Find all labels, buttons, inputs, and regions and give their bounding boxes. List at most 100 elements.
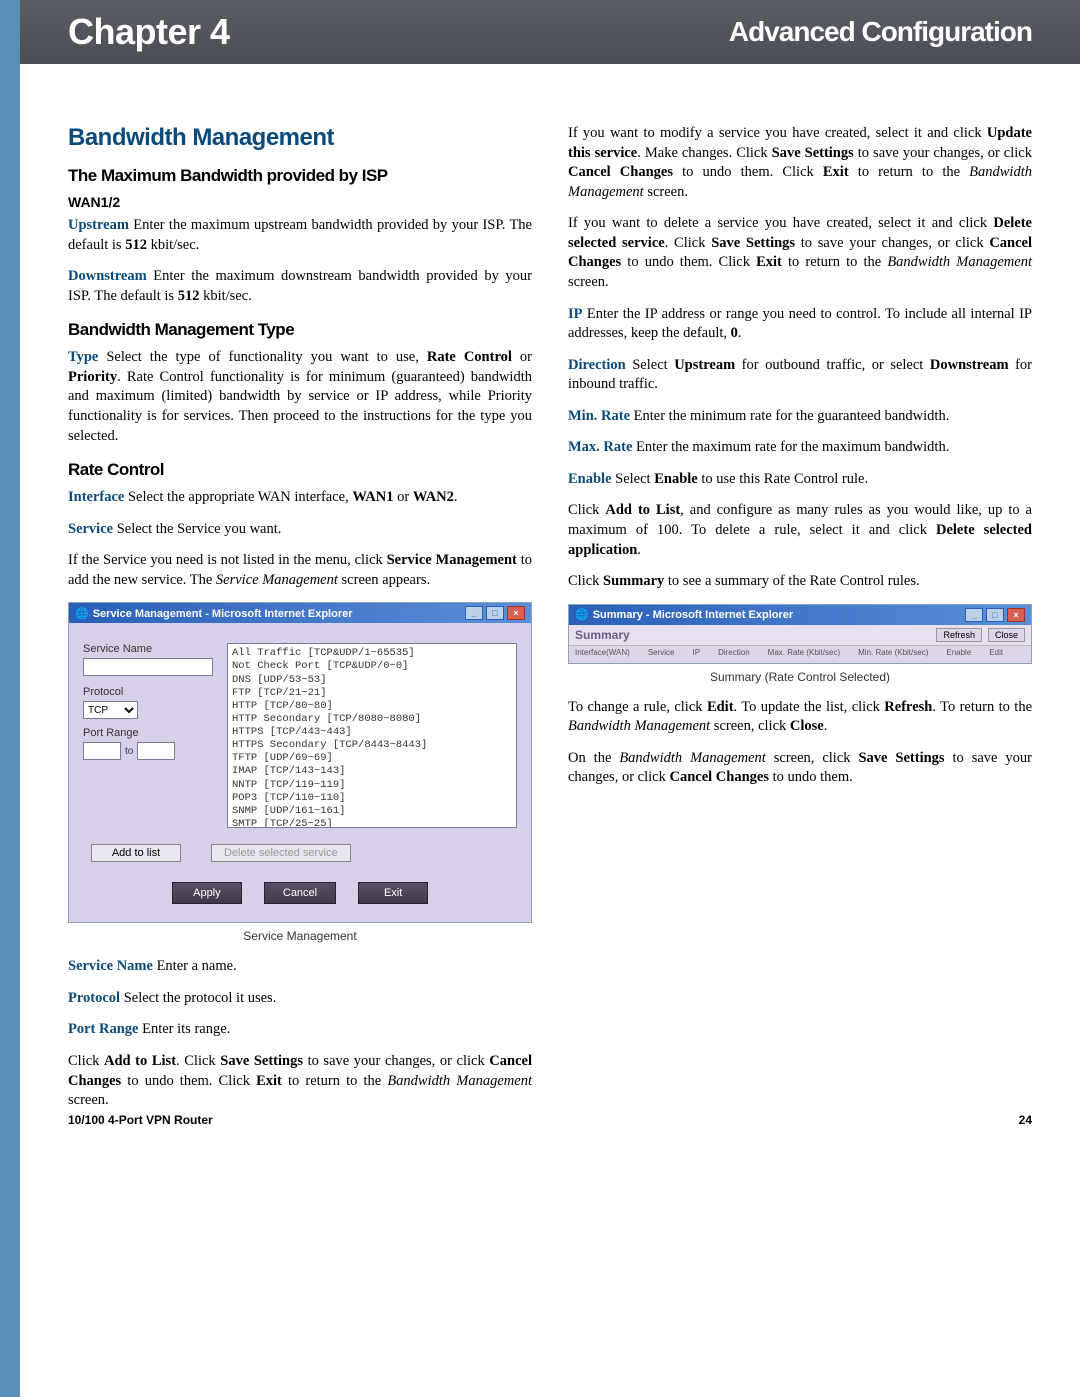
- service-list-item[interactable]: POP3 [TCP/110~110]: [232, 792, 512, 805]
- para-modify-service: If you want to modify a service you have…: [568, 124, 1032, 202]
- term-max-rate: Max. Rate: [568, 439, 632, 455]
- summary-body: Summary Refresh Close Interface(WAN)Serv…: [569, 625, 1031, 663]
- summary-column-header: Direction: [718, 648, 750, 657]
- service-list-item[interactable]: HTTP [TCP/80~80]: [232, 700, 512, 713]
- input-port-to[interactable]: [137, 742, 175, 760]
- window-controls: _ □ ×: [965, 608, 1025, 622]
- summary-column-header: Max. Rate (Kbit/sec): [768, 648, 840, 657]
- button-exit[interactable]: Exit: [358, 882, 428, 904]
- page-content: Bandwidth Management The Maximum Bandwid…: [20, 64, 1080, 1153]
- ie-icon: 🌐: [575, 609, 589, 621]
- service-list-item[interactable]: NNTP [TCP/119~119]: [232, 779, 512, 792]
- service-list-item[interactable]: SNMP [UDP/161~161]: [232, 805, 512, 818]
- maximize-icon[interactable]: □: [986, 608, 1004, 622]
- screenshot-summary: 🌐Summary - Microsoft Internet Explorer _…: [568, 604, 1032, 664]
- term-port-range: Port Range: [68, 1021, 138, 1037]
- listbox-services[interactable]: All Traffic [TCP&UDP/1~65535]Not Check P…: [227, 643, 517, 828]
- service-list-item[interactable]: Not Check Port [TCP&UDP/0~0]: [232, 660, 512, 673]
- para-max-rate: Max. Rate Enter the maximum rate for the…: [568, 438, 1032, 458]
- button-refresh[interactable]: Refresh: [936, 628, 982, 642]
- para-save-settings: On the Bandwidth Management screen, clic…: [568, 749, 1032, 788]
- term-interface: Interface: [68, 489, 124, 505]
- button-delete-selected-service[interactable]: Delete selected service: [211, 844, 351, 862]
- ie-icon: 🌐: [75, 608, 89, 620]
- screenshot-service-management: 🌐Service Management - Microsoft Internet…: [68, 602, 532, 923]
- summary-column-header: Enable: [946, 648, 971, 657]
- term-ip: IP: [568, 306, 583, 322]
- para-protocol: Protocol Select the protocol it uses.: [68, 989, 532, 1009]
- para-min-rate: Min. Rate Enter the minimum rate for the…: [568, 407, 1032, 427]
- button-add-to-list[interactable]: Add to list: [91, 844, 181, 862]
- footer-product: 10/100 4-Port VPN Router: [68, 1113, 213, 1127]
- para-add-rules: Click Add to List, and configure as many…: [568, 501, 1032, 560]
- term-downstream: Downstream: [68, 268, 147, 284]
- summary-column-header: IP: [693, 648, 701, 657]
- para-service-name: Service Name Enter a name.: [68, 957, 532, 977]
- caption-summary: Summary (Rate Control Selected): [568, 670, 1032, 684]
- window-controls: _ □ ×: [465, 606, 525, 620]
- para-direction: Direction Select Upstream for outbound t…: [568, 356, 1032, 395]
- service-list-item[interactable]: HTTPS Secondary [TCP/8443~8443]: [232, 739, 512, 752]
- window-body: Service Name Protocol TCP Port Range to: [69, 623, 531, 922]
- summary-window-title: 🌐Summary - Microsoft Internet Explorer: [575, 608, 793, 621]
- term-enable: Enable: [568, 471, 612, 487]
- para-delete-service: If you want to delete a service you have…: [568, 214, 1032, 292]
- term-service-name: Service Name: [68, 958, 153, 974]
- para-add-to-list: Click Add to List. Click Save Settings t…: [68, 1052, 532, 1111]
- subsection-bm-type: Bandwidth Management Type: [68, 320, 532, 340]
- button-close[interactable]: Close: [988, 628, 1025, 642]
- caption-service-management: Service Management: [68, 929, 532, 943]
- maximize-icon[interactable]: □: [486, 606, 504, 620]
- chapter-title: Advanced Configuration: [729, 16, 1032, 48]
- minimize-icon[interactable]: _: [965, 608, 983, 622]
- window-title: 🌐Service Management - Microsoft Internet…: [75, 607, 353, 620]
- term-protocol: Protocol: [68, 990, 120, 1006]
- service-list-item[interactable]: SMTP [TCP/25~25]: [232, 818, 512, 828]
- right-column: If you want to modify a service you have…: [568, 124, 1032, 1123]
- para-type: Type Select the type of functionality yo…: [68, 348, 532, 446]
- term-direction: Direction: [568, 357, 626, 373]
- summary-column-header: Edit: [989, 648, 1003, 657]
- para-port-range: Port Range Enter its range.: [68, 1020, 532, 1040]
- input-service-name[interactable]: [83, 658, 213, 676]
- button-cancel[interactable]: Cancel: [264, 882, 336, 904]
- service-list-item[interactable]: FTP [TCP/21~21]: [232, 687, 512, 700]
- chapter-number: Chapter 4: [68, 11, 230, 53]
- close-icon[interactable]: ×: [1007, 608, 1025, 622]
- summary-heading: Summary: [575, 628, 630, 642]
- form-left: Service Name Protocol TCP Port Range to: [83, 643, 213, 828]
- term-type: Type: [68, 349, 98, 365]
- term-min-rate: Min. Rate: [568, 408, 630, 424]
- left-column: Bandwidth Management The Maximum Bandwid…: [68, 124, 532, 1123]
- para-upstream: Upstream Enter the maximum upstream band…: [68, 216, 532, 255]
- summary-titlebar: 🌐Summary - Microsoft Internet Explorer _…: [569, 605, 1031, 625]
- heading-wan12: WAN1/2: [68, 194, 532, 210]
- para-change-rule: To change a rule, click Edit. To update …: [568, 698, 1032, 737]
- minimize-icon[interactable]: _: [465, 606, 483, 620]
- service-list-item[interactable]: TFTP [UDP/69~69]: [232, 752, 512, 765]
- close-icon[interactable]: ×: [507, 606, 525, 620]
- para-ip: IP Enter the IP address or range you nee…: [568, 305, 1032, 344]
- chapter-header: Chapter 4 Advanced Configuration: [20, 0, 1080, 64]
- summary-column-header: Min. Rate (Kbit/sec): [858, 648, 928, 657]
- input-port-from[interactable]: [83, 742, 121, 760]
- service-list-item[interactable]: HTTPS [TCP/443~443]: [232, 726, 512, 739]
- service-list-item[interactable]: HTTP Secondary [TCP/8080~8080]: [232, 713, 512, 726]
- button-apply[interactable]: Apply: [172, 882, 242, 904]
- page-footer: 10/100 4-Port VPN Router 24: [68, 1113, 1032, 1127]
- service-list-item[interactable]: DNS [UDP/53~53]: [232, 674, 512, 687]
- para-interface: Interface Select the appropriate WAN int…: [68, 488, 532, 508]
- select-protocol[interactable]: TCP: [83, 701, 138, 719]
- term-service: Service: [68, 521, 113, 537]
- side-strip: [0, 0, 20, 1397]
- summary-column-header: Interface(WAN): [575, 648, 630, 657]
- section-bandwidth-management: Bandwidth Management: [68, 124, 532, 152]
- para-service: Service Select the Service you want.: [68, 520, 532, 540]
- service-list-item[interactable]: All Traffic [TCP&UDP/1~65535]: [232, 647, 512, 660]
- label-service-name: Service Name: [83, 643, 213, 655]
- label-port-range: Port Range: [83, 727, 213, 739]
- service-list-item[interactable]: IMAP [TCP/143~143]: [232, 765, 512, 778]
- label-protocol: Protocol: [83, 686, 213, 698]
- footer-page-number: 24: [1019, 1113, 1032, 1127]
- summary-table-header: Interface(WAN)ServiceIPDirectionMax. Rat…: [569, 645, 1031, 663]
